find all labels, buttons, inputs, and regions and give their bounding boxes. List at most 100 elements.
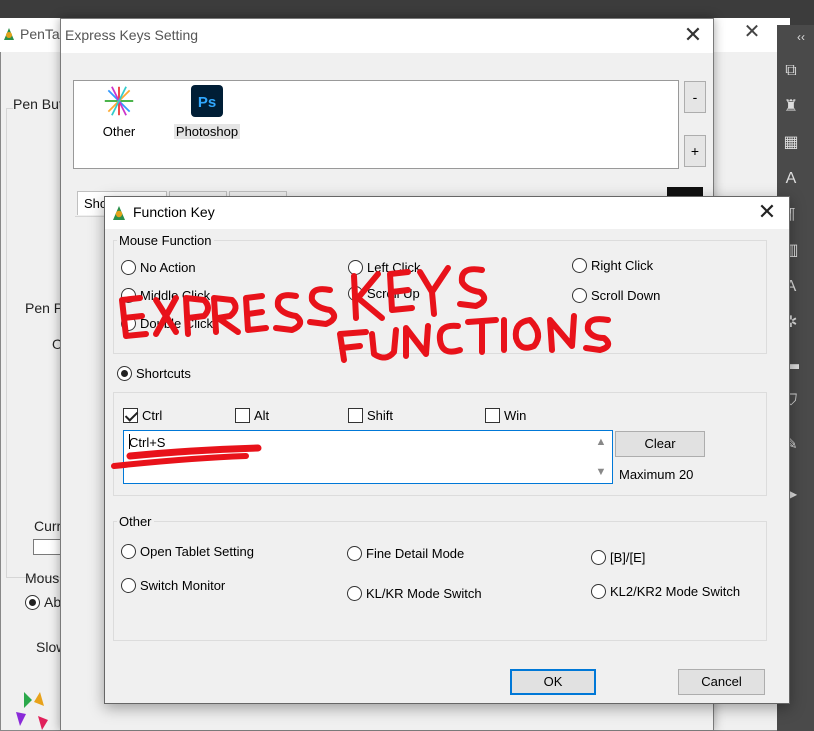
express-keys-title: Express Keys Setting [65, 27, 199, 43]
other-title: Other [117, 514, 154, 529]
radio-label: Right Click [591, 258, 654, 273]
express-keys-titlebar: Express Keys Setting ✕ [61, 19, 713, 53]
radio-dot [121, 316, 136, 331]
radio-dot [572, 258, 587, 273]
radio-label: Shortcuts [136, 366, 191, 381]
scroll-up-arrow-icon[interactable]: ▲ [594, 435, 608, 449]
mouse-mode-label: Mous [25, 570, 60, 586]
no-action-radio[interactable]: No Action [121, 260, 196, 275]
pentablet-title: PenTal [20, 26, 63, 42]
radio-dot [347, 546, 362, 561]
shortcut-value: Ctrl+S [129, 435, 166, 450]
checkbox-label: Shift [367, 408, 394, 423]
pentablet-app-icon [113, 206, 125, 220]
checkbox-box [235, 408, 250, 423]
function-key-close-button[interactable]: ✕ [755, 201, 779, 225]
app-label-other: Other [102, 124, 136, 139]
pentablet-close-button[interactable]: ✕ [742, 22, 762, 42]
radio-label: Middle Click [140, 288, 211, 303]
radio-label: KL/KR Mode Switch [366, 586, 482, 601]
pen-pressure-label: Pen P [25, 300, 64, 316]
shortcuts-radio[interactable]: Shortcuts [117, 366, 191, 381]
radio-dot [117, 366, 132, 381]
radio-dot [348, 260, 363, 275]
text-icon[interactable]: A [781, 169, 801, 189]
pen-button-label: Pen But [13, 96, 63, 112]
svg-text:Ps: Ps [198, 94, 216, 111]
pentablet-app-icon [4, 28, 14, 40]
stamp-icon[interactable]: ♜ [781, 97, 801, 117]
table-icon[interactable]: ▦ [781, 133, 801, 153]
alt-checkbox[interactable]: Alt [235, 408, 269, 423]
radio-dot [348, 286, 363, 301]
radio-dot [591, 584, 606, 599]
scroll-up-radio[interactable]: Scroll Up [348, 286, 420, 301]
radio-dot [121, 288, 136, 303]
checkbox-box [485, 408, 500, 423]
absolute-mode-dot [25, 594, 40, 610]
function-key-titlebar: Function Key ✕ [105, 197, 789, 229]
layers-icon[interactable]: ⧉ [781, 61, 801, 81]
radio-dot [347, 586, 362, 601]
radio-label: No Action [140, 260, 196, 275]
ctrl-checkbox[interactable]: Ctrl [123, 408, 162, 423]
open-tablet-setting-radio[interactable]: Open Tablet Setting [121, 544, 254, 559]
radio-dot [591, 550, 606, 565]
radio-dot [121, 578, 136, 593]
radio-label: Switch Monitor [140, 578, 226, 593]
clear-button[interactable]: Clear [615, 431, 705, 457]
checkbox-label: Alt [254, 408, 270, 423]
fine-detail-mode-radio[interactable]: Fine Detail Mode [347, 546, 464, 561]
switch-monitor-radio[interactable]: Switch Monitor [121, 578, 225, 593]
mouse-function-group [113, 240, 767, 354]
radio-label: Fine Detail Mode [366, 546, 465, 561]
remove-app-button[interactable]: - [684, 81, 706, 113]
ok-button[interactable]: OK [510, 669, 596, 695]
function-key-title: Function Key [133, 204, 215, 220]
other-app-icon [104, 86, 134, 116]
express-keys-close-button[interactable]: ✕ [681, 24, 705, 48]
right-click-radio[interactable]: Right Click [572, 258, 653, 273]
function-key-dialog: Function Key ✕ Mouse Function No Action … [104, 196, 790, 704]
kl2-kr2-mode-switch-radio[interactable]: KL2/KR2 Mode Switch [591, 584, 740, 599]
checkbox-box [348, 408, 363, 423]
current-field[interactable] [33, 539, 63, 555]
radio-dot [572, 288, 587, 303]
shortcut-input[interactable]: Ctrl+S ▲ ▼ [123, 430, 613, 484]
radio-label: Scroll Up [367, 286, 420, 301]
text-caret [129, 434, 130, 449]
radio-dot [121, 260, 136, 275]
maximum-label: Maximum 20 [619, 467, 694, 482]
radio-label: Left Click [367, 260, 421, 275]
kl-kr-mode-switch-radio[interactable]: KL/KR Mode Switch [347, 586, 482, 601]
shift-checkbox[interactable]: Shift [348, 408, 393, 423]
radio-label: Double Click [140, 316, 213, 331]
win-checkbox[interactable]: Win [485, 408, 526, 423]
app-item-photoshop[interactable]: Ps Photoshop [170, 85, 244, 139]
radio-label: KL2/KR2 Mode Switch [610, 584, 741, 599]
app-item-other[interactable]: Other [84, 85, 154, 139]
current-label: Curr [34, 518, 62, 534]
radio-label: [B]/[E] [610, 550, 646, 565]
checkbox-label: Win [504, 408, 527, 423]
double-click-radio[interactable]: Double Click [121, 316, 213, 331]
pentablet-logo-icon [16, 692, 48, 730]
checkbox-label: Ctrl [142, 408, 163, 423]
brush-eraser-radio[interactable]: [B]/[E] [591, 550, 645, 565]
collapse-toolbar-button[interactable]: ‹‹ [791, 27, 811, 47]
cancel-button[interactable]: Cancel [678, 669, 765, 695]
radio-label: Scroll Down [591, 288, 661, 303]
add-app-button[interactable]: + [684, 135, 706, 167]
left-click-radio[interactable]: Left Click [348, 260, 420, 275]
checkbox-box [123, 408, 138, 423]
application-list[interactable]: Other Ps Photoshop [73, 80, 679, 169]
mouse-function-title: Mouse Function [117, 233, 214, 248]
radio-label: Open Tablet Setting [140, 544, 254, 559]
radio-dot [121, 544, 136, 559]
middle-click-radio[interactable]: Middle Click [121, 288, 210, 303]
scroll-down-arrow-icon[interactable]: ▼ [594, 465, 608, 479]
photoshop-icon: Ps [191, 85, 223, 117]
scroll-down-radio[interactable]: Scroll Down [572, 288, 660, 303]
app-label-photoshop: Photoshop [173, 124, 241, 139]
absolute-mode-radio[interactable]: Ab [25, 594, 61, 610]
